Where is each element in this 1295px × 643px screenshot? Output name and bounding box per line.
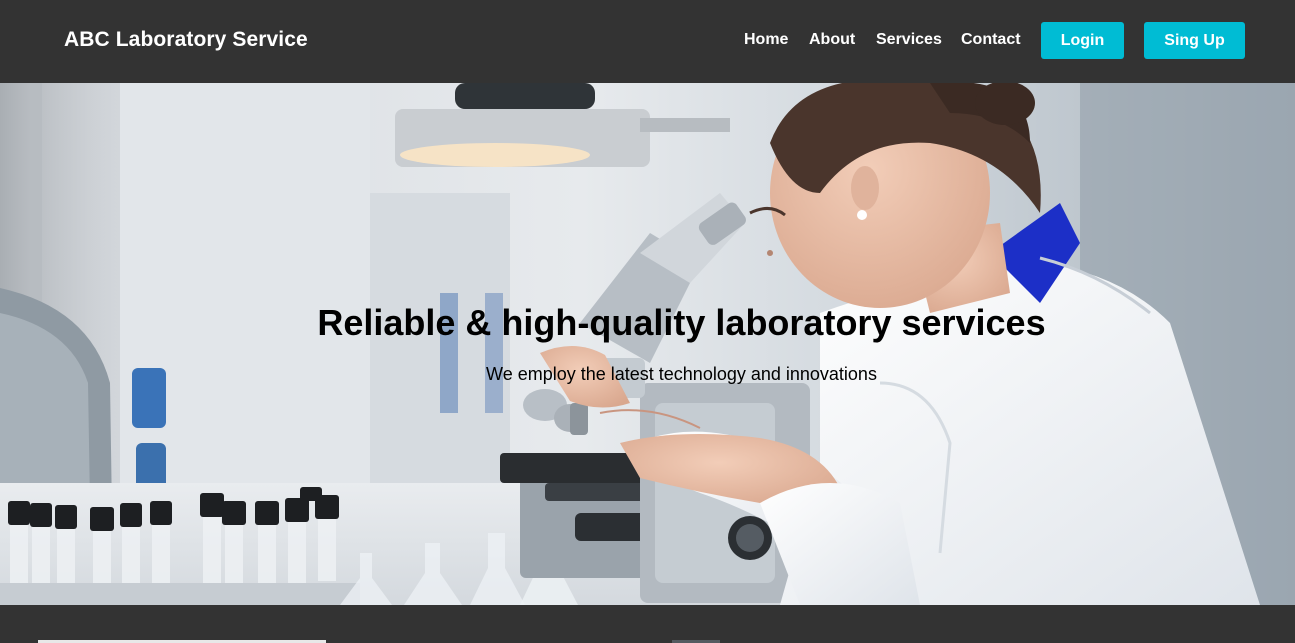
nav-home[interactable]: Home [744,31,788,49]
hero-subtitle: We employ the latest technology and inno… [486,364,877,384]
section-below-hero [0,605,1295,643]
login-button[interactable]: Login [1041,22,1124,59]
hero-title: Reliable & high-quality laboratory servi… [317,302,1046,343]
hero-banner: Reliable & high-quality laboratory servi… [0,83,1295,605]
nav-about[interactable]: About [809,31,855,49]
site-brand[interactable]: ABC Laboratory Service [64,28,308,52]
signup-button[interactable]: Sing Up [1144,22,1245,59]
nav-services[interactable]: Services [876,31,942,49]
nav-contact[interactable]: Contact [961,31,1021,49]
hero-lab-photo [0,83,1295,605]
top-navbar: ABC Laboratory Service Home About Servic… [0,0,1295,83]
